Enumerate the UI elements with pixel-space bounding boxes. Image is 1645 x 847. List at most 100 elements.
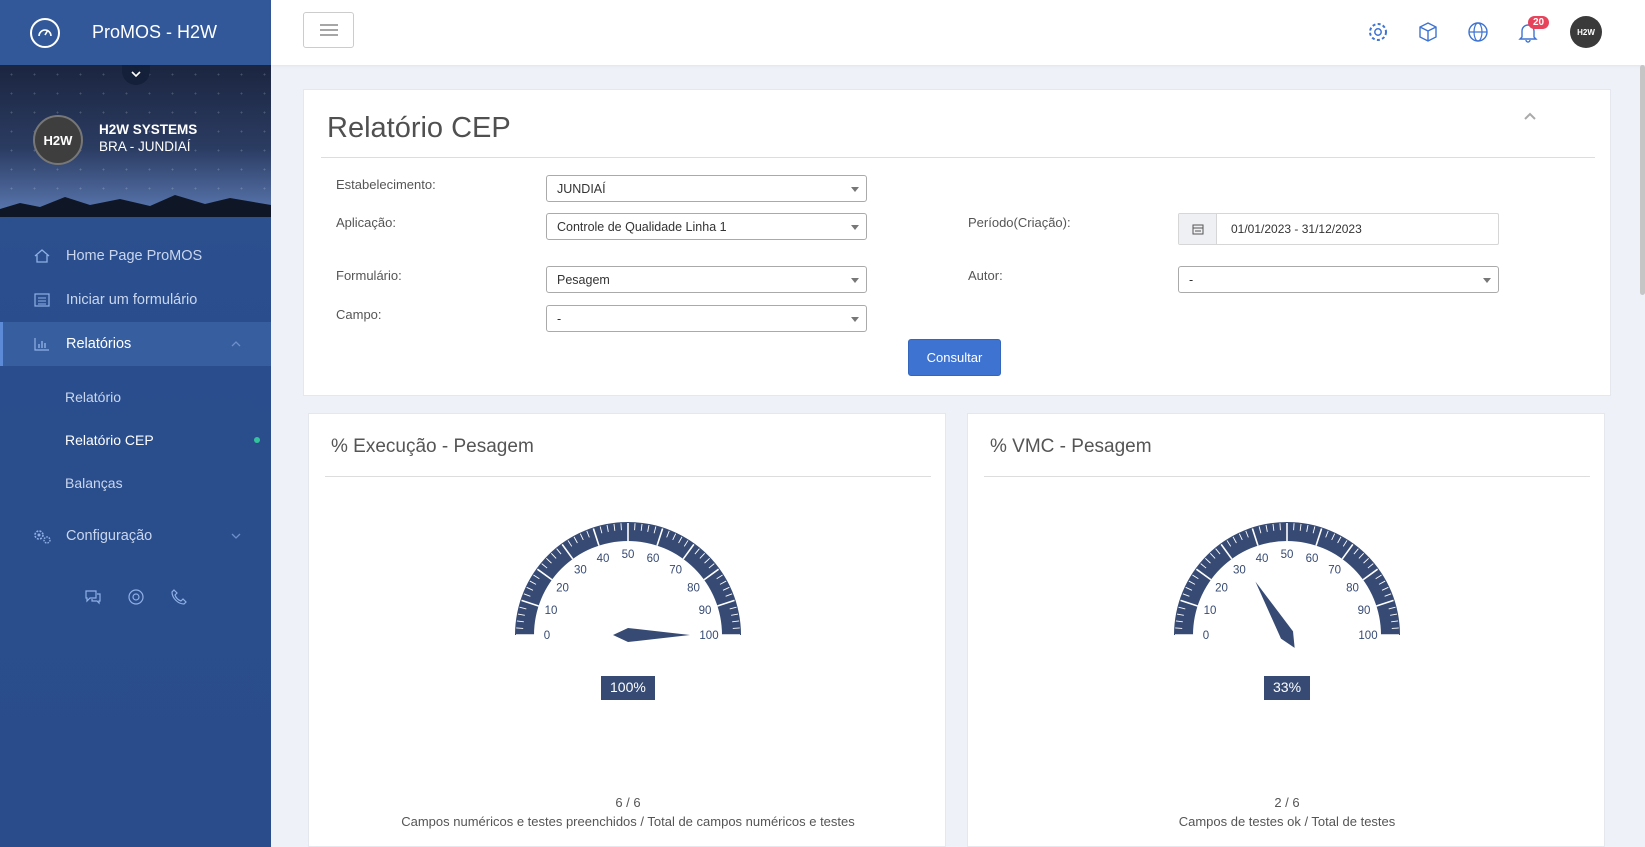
dropdown-arrow-icon: [851, 278, 859, 283]
chevron-up-icon[interactable]: [1523, 108, 1537, 126]
formulario-value: Pesagem: [557, 273, 610, 287]
gauge-tick-label: 90: [699, 605, 712, 617]
sidebar-subitem-relatorio[interactable]: Relatório: [65, 389, 121, 405]
gauge-tick-label: 50: [1281, 549, 1294, 561]
periodo-value: 01/01/2023 - 31/12/2023: [1231, 222, 1362, 236]
dropdown-arrow-icon: [851, 317, 859, 322]
sidebar-item-home[interactable]: Home Page ProMOS: [0, 234, 271, 278]
globe-icon[interactable]: [1466, 20, 1490, 44]
aplicacao-value: Controle de Qualidade Linha 1: [557, 220, 727, 234]
gauge-tick-label: 0: [1203, 630, 1209, 642]
sidebar-item-relatorios[interactable]: Relatórios: [0, 322, 271, 366]
periodo-date-range-input[interactable]: 01/01/2023 - 31/12/2023: [1178, 213, 1499, 245]
estabelecimento-select[interactable]: JUNDIAÍ: [546, 175, 867, 202]
gauge-needle: [1255, 581, 1295, 648]
dropdown-arrow-icon: [1483, 278, 1491, 283]
chevron-down-icon: [231, 528, 241, 544]
formulario-select[interactable]: Pesagem: [546, 266, 867, 293]
consultar-button[interactable]: Consultar: [908, 339, 1001, 376]
sidebar: ProMOS - H2W H2W H2W SYSTEMS BRA - JUNDI…: [0, 0, 271, 847]
campo-select[interactable]: -: [546, 305, 867, 332]
chevron-up-icon: [231, 336, 241, 352]
gauge-tick-label: 100: [1358, 630, 1377, 642]
gauge-tick-label: 10: [545, 605, 558, 617]
estabelecimento-label: Estabelecimento:: [336, 177, 436, 192]
gauge-tick-label: 60: [647, 553, 660, 565]
page-title: Relatório CEP: [327, 112, 511, 144]
gauge-tick-label: 100: [699, 630, 718, 642]
calendar-icon: [1179, 214, 1217, 244]
gauge-tick-label: 40: [1256, 553, 1269, 565]
company-location: BRA - JUNDIAÍ: [99, 139, 191, 154]
gauge-tick-label: 20: [556, 582, 569, 594]
gauge-chart: 0 10 20 30 40 50 60 70 80 90 100: [1174, 522, 1400, 648]
lifebuoy-icon[interactable]: [126, 588, 146, 611]
chat-icon[interactable]: [83, 588, 103, 611]
top-bar: 20 H2W: [271, 0, 1645, 65]
brand-bar: ProMOS - H2W: [0, 0, 271, 65]
gauge-tick-label: 30: [1233, 564, 1246, 576]
dropdown-arrow-icon: [851, 225, 859, 230]
gauge-description: Campos numéricos e testes preenchidos / …: [401, 814, 855, 829]
home-icon: [32, 246, 52, 266]
autor-label: Autor:: [968, 268, 1003, 283]
gauge-tick-label: 10: [1204, 605, 1217, 617]
company-name: H2W SYSTEMS: [99, 122, 198, 137]
formulario-label: Formulário:: [336, 268, 402, 283]
hamburger-menu-button[interactable]: [303, 12, 354, 48]
bar-chart-icon: [32, 334, 52, 354]
notification-badge: 20: [1528, 16, 1550, 29]
gauge-tick-label: 90: [1358, 605, 1371, 617]
sidebar-item-configuracao[interactable]: Configuração: [0, 514, 271, 558]
gauge-description: Campos de testes ok / Total de testes: [1178, 814, 1396, 829]
sidebar-subitem-balancas[interactable]: Balanças: [65, 475, 123, 491]
gauge-card-vmc: % VMC - Pesagem 0 10 20 30 40 50 60 70 80 90 100 3…: [967, 413, 1605, 847]
scrollbar[interactable]: [1640, 65, 1645, 295]
gauge-tick-label: 50: [622, 549, 635, 561]
gauge-tick-label: 0: [544, 630, 550, 642]
gauge-tick-label: 60: [1306, 553, 1319, 565]
sidebar-subitem-relatorio-cep[interactable]: Relatório CEP: [65, 432, 154, 448]
gauge-chart: 0 10 20 30 40 50 60 70 80 90 100: [515, 522, 741, 642]
gauge-value-label: 100%: [601, 676, 655, 700]
phone-icon[interactable]: [169, 588, 189, 611]
aplicacao-label: Aplicação:: [336, 215, 396, 230]
gauge-ratio: 2 / 6: [1274, 795, 1300, 810]
app-title: ProMOS - H2W: [92, 22, 218, 42]
hamburger-icon: [319, 24, 338, 36]
profile-panel: H2W H2W SYSTEMS BRA - JUNDIAÍ: [0, 65, 271, 217]
autor-value: -: [1189, 273, 1194, 287]
autor-select[interactable]: -: [1178, 266, 1499, 293]
sidebar-item-label: Relatórios: [66, 336, 132, 352]
gauge-tick-label: 80: [1346, 582, 1359, 594]
gauge-value-label: 33%: [1264, 676, 1311, 700]
sidebar-item-iniciar-formulario[interactable]: Iniciar um formulário: [0, 278, 271, 322]
active-indicator-dot: [254, 437, 260, 443]
gauge-tick-label: 40: [597, 553, 610, 565]
gear-icon[interactable]: [1366, 20, 1390, 44]
gears-icon: [32, 526, 52, 546]
gauge-tick-label: 80: [687, 582, 700, 594]
campo-label: Campo:: [336, 307, 382, 322]
gauge-tick-label: 70: [669, 564, 682, 576]
gauge-card-execucao: % Execução - Pesagem 0 10 20 30 40 50 60 70 80 90…: [308, 413, 946, 847]
user-avatar[interactable]: H2W: [1570, 16, 1602, 48]
sidebar-item-label: Home Page ProMOS: [66, 248, 203, 264]
estabelecimento-value: JUNDIAÍ: [557, 182, 606, 196]
gauge-tick-label: 70: [1328, 564, 1341, 576]
dropdown-arrow-icon: [851, 187, 859, 192]
gauge-card-title: % Execução - Pesagem: [331, 436, 534, 457]
periodo-label: Período(Criação):: [968, 215, 1071, 230]
sidebar-item-label: Configuração: [66, 528, 153, 544]
cube-icon[interactable]: [1416, 20, 1440, 44]
gauge-tick-label: 20: [1215, 582, 1228, 594]
company-avatar[interactable]: H2W: [33, 115, 83, 165]
gauge-card-title: % VMC - Pesagem: [990, 436, 1152, 457]
gauge-ratio: 6 / 6: [615, 795, 641, 810]
gauge-needle: [613, 628, 690, 642]
campo-value: -: [557, 312, 562, 326]
sidebar-footer-icons: [83, 588, 189, 611]
aplicacao-select[interactable]: Controle de Qualidade Linha 1: [546, 213, 867, 240]
gauge-tick-label: 30: [574, 564, 587, 576]
filter-card: Relatório CEP Estabelecimento: JUNDIAÍ A…: [303, 89, 1611, 396]
